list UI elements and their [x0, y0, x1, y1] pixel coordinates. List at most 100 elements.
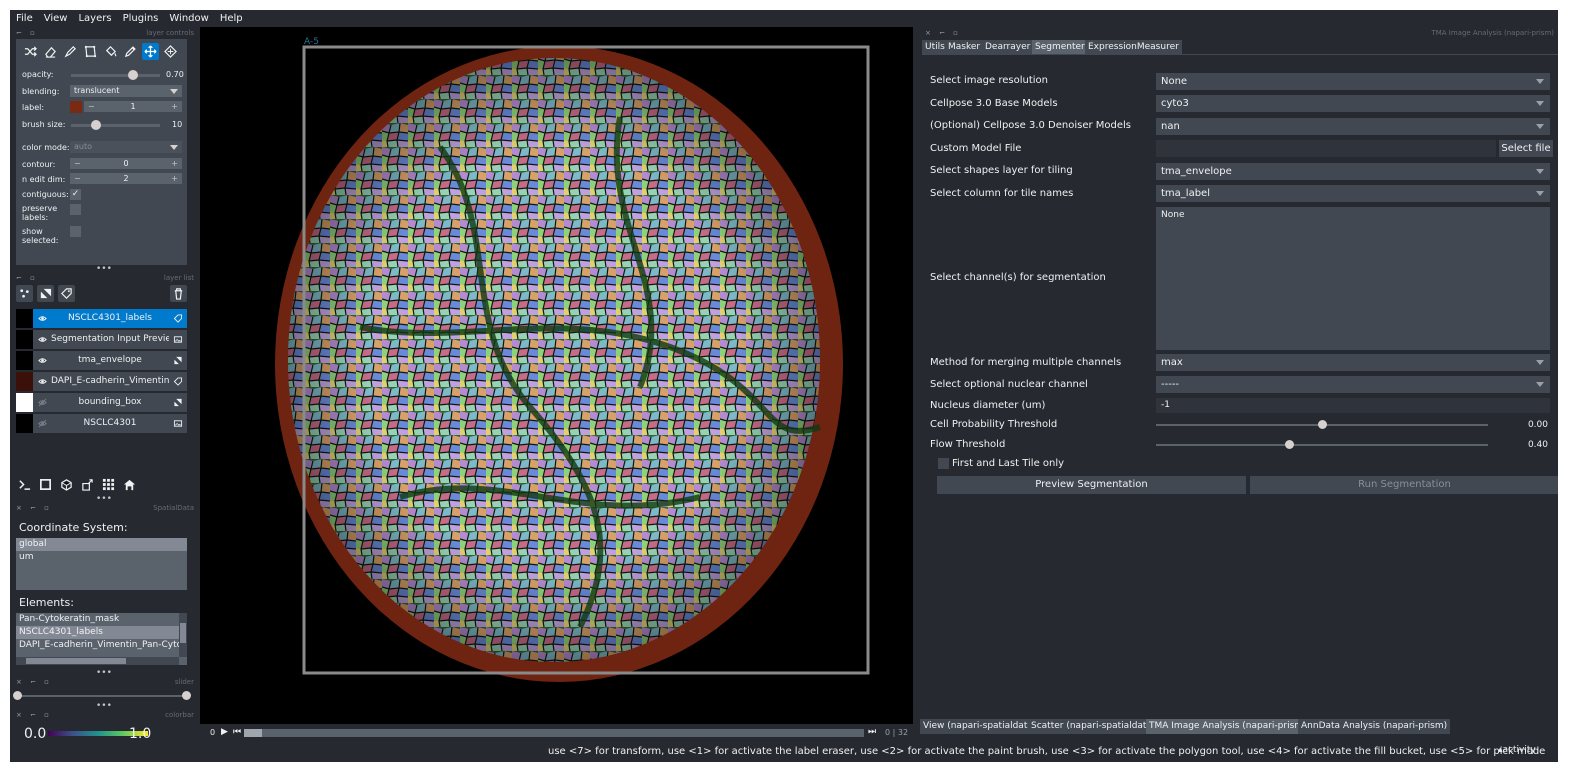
eye-icon[interactable]: [38, 377, 47, 386]
element-item[interactable]: NSCLC4301_labels: [16, 626, 179, 639]
first-last-tile-checkbox[interactable]: [938, 458, 949, 469]
step-back-icon[interactable]: ⏮: [233, 727, 241, 737]
dock-float-icon[interactable]: ⌐ ▫: [16, 29, 38, 37]
channels-list[interactable]: None: [1156, 207, 1550, 350]
contour-spinbox[interactable]: − 0 +: [70, 158, 182, 169]
preview-segmentation-button[interactable]: Preview Segmentation: [937, 476, 1246, 494]
coordinate-item-um[interactable]: um: [16, 551, 187, 564]
paint-brush-icon[interactable]: [62, 43, 79, 60]
flow-threshold-slider-handle[interactable]: [1284, 440, 1294, 449]
coordinate-item-global[interactable]: global: [16, 538, 187, 551]
n-edit-dim-spinbox[interactable]: − 2 +: [70, 173, 182, 184]
layer-row[interactable]: Segmentation Input Preview: [16, 330, 187, 349]
eye-closed-icon[interactable]: [38, 398, 47, 407]
show-selected-checkbox[interactable]: [70, 226, 81, 237]
layer-row[interactable]: tma_envelope: [16, 351, 187, 370]
merge-method-dropdown[interactable]: max: [1156, 354, 1550, 371]
roll-dims-icon[interactable]: [58, 476, 75, 493]
select-file-button[interactable]: Select file: [1499, 140, 1553, 157]
plus-icon[interactable]: +: [171, 158, 178, 169]
layer-row[interactable]: NSCLC4301_labels: [16, 309, 187, 328]
home-icon[interactable]: [121, 476, 138, 493]
eye-icon[interactable]: [38, 335, 47, 344]
scrollbar-thumb[interactable]: [180, 623, 186, 643]
range-slider[interactable]: [13, 691, 191, 700]
dock-float-icon[interactable]: × ⌐ ▫: [16, 504, 52, 512]
elements-vertical-scrollbar[interactable]: [179, 613, 187, 657]
layer-row[interactable]: NSCLC4301: [16, 414, 187, 433]
nucleus-diameter-input[interactable]: -1: [1156, 398, 1550, 413]
dock-float-icon[interactable]: × ⌐ ▫: [16, 711, 52, 719]
step-forward-icon[interactable]: ⏭: [868, 727, 876, 737]
color-picker-icon[interactable]: [122, 43, 139, 60]
dims-slider[interactable]: [244, 729, 864, 737]
tile-column-dropdown[interactable]: tma_label: [1156, 185, 1550, 202]
play-icon[interactable]: ▶: [221, 727, 228, 737]
layer-row[interactable]: DAPI_E-cadherin_Vimentin...: [16, 372, 187, 391]
layer-row[interactable]: bounding_box: [16, 393, 187, 412]
tab-tma-image-analysis[interactable]: TMA Image Analysis (napari-prism): [1146, 719, 1310, 734]
scrollbar-thumb[interactable]: [26, 658, 126, 664]
tab-utils[interactable]: Utils: [922, 40, 948, 54]
eye-closed-icon[interactable]: [38, 419, 47, 428]
viewer-canvas[interactable]: A-5: [200, 27, 913, 724]
tab-anndata-analysis[interactable]: AnnData Analysis (napari-prism): [1298, 719, 1451, 734]
tab-scatter-spatialdata[interactable]: Scatter (napari-spatialdata): [1028, 719, 1159, 734]
denoiser-dropdown[interactable]: nan: [1156, 118, 1550, 135]
flow-threshold-slider[interactable]: [1156, 440, 1488, 449]
menu-plugins[interactable]: Plugins: [123, 13, 159, 24]
grid-view-icon[interactable]: [100, 476, 117, 493]
shapes-layer-dropdown[interactable]: tma_envelope: [1156, 163, 1550, 180]
tab-segmenter[interactable]: Segmenter: [1032, 40, 1088, 54]
element-item[interactable]: Pan-Cytokeratin_mask: [16, 613, 179, 626]
range-slider-max-handle[interactable]: [182, 691, 191, 700]
minus-icon[interactable]: −: [88, 101, 95, 112]
nuclear-channel-dropdown[interactable]: -----: [1156, 376, 1550, 393]
activity-button[interactable]: ▴activity: [1498, 745, 1536, 755]
menu-help[interactable]: Help: [220, 13, 243, 24]
opacity-slider[interactable]: [71, 70, 160, 80]
transpose-dims-icon[interactable]: [79, 476, 96, 493]
cell-probability-slider-handle[interactable]: [1318, 420, 1327, 429]
minus-icon[interactable]: −: [74, 173, 81, 184]
eye-icon[interactable]: [38, 314, 47, 323]
new-labels-layer-icon[interactable]: [58, 285, 75, 302]
run-segmentation-button[interactable]: Run Segmentation: [1250, 476, 1558, 494]
channel-item[interactable]: None: [1161, 210, 1545, 220]
new-points-layer-icon[interactable]: [16, 285, 33, 302]
opacity-slider-handle[interactable]: [128, 70, 139, 80]
shuffle-colors-icon[interactable]: [22, 43, 39, 60]
menu-file[interactable]: File: [16, 13, 33, 24]
console-icon[interactable]: [16, 476, 33, 493]
menu-window[interactable]: Window: [169, 13, 208, 24]
transform-icon[interactable]: [162, 43, 179, 60]
range-slider-min-handle[interactable]: [13, 691, 22, 700]
fill-bucket-icon[interactable]: [102, 43, 119, 60]
resolution-dropdown[interactable]: None: [1156, 73, 1550, 90]
dims-slider-handle[interactable]: [244, 729, 262, 737]
minus-icon[interactable]: −: [74, 158, 81, 169]
tab-masker[interactable]: Masker: [945, 40, 984, 54]
elements-horizontal-scrollbar[interactable]: [16, 657, 179, 665]
polygon-tool-icon[interactable]: [82, 43, 99, 60]
preserve-labels-checkbox[interactable]: [70, 204, 81, 215]
base-models-dropdown[interactable]: cyto3: [1156, 95, 1550, 112]
eye-icon[interactable]: [38, 356, 47, 365]
menu-view[interactable]: View: [44, 13, 68, 24]
brush-size-slider-handle[interactable]: [91, 120, 101, 130]
contiguous-checkbox[interactable]: ✓: [70, 189, 81, 200]
plus-icon[interactable]: +: [171, 101, 178, 112]
custom-model-path-field[interactable]: [1156, 140, 1496, 157]
ndisplay-toggle-icon[interactable]: [37, 476, 54, 493]
new-shapes-layer-icon[interactable]: [37, 285, 54, 302]
tab-dearrayer[interactable]: Dearrayer: [982, 40, 1034, 54]
pan-zoom-icon[interactable]: [142, 43, 159, 60]
element-item[interactable]: DAPI_E-cadherin_Vimentin_Pan-Cytoke: [16, 639, 179, 652]
dock-float-icon[interactable]: × ⌐ ▫: [925, 29, 961, 37]
color-mode-dropdown[interactable]: auto: [70, 141, 182, 153]
tab-expressionmeasurer[interactable]: ExpressionMeasurer: [1085, 40, 1182, 54]
brush-size-slider[interactable]: [71, 120, 160, 130]
eraser-icon[interactable]: [42, 43, 59, 60]
tab-view-spatialdata[interactable]: View (napari-spatialdata): [920, 719, 1040, 734]
dock-float-icon[interactable]: ⌐ ▫: [16, 274, 38, 282]
